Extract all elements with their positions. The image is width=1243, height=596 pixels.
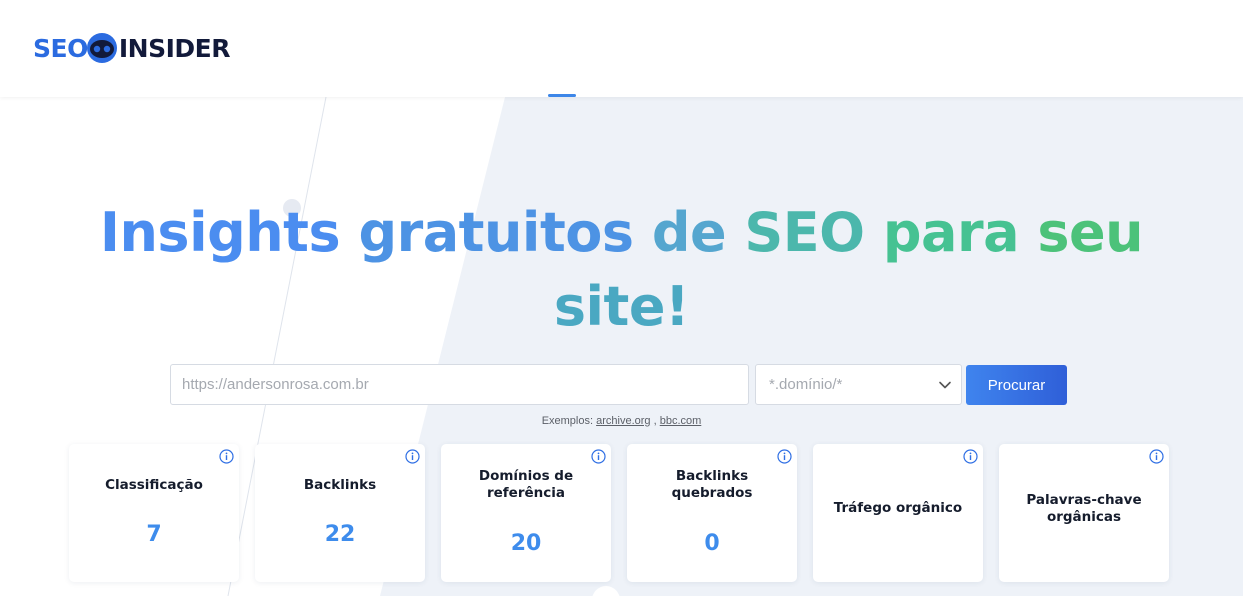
metric-card-title: Palavras-chave orgânicas [1026,492,1142,525]
hero-word: Insights [99,201,341,264]
metric-card-value: 22 [324,522,356,547]
example-link-bbc[interactable]: bbc.com [660,415,702,427]
hero-title-line-1: Insights gratuitos de SEO para seu [0,196,1243,270]
site-logo[interactable]: SEO INSIDER [33,31,230,65]
metric-card-title: Tráfego orgânico [833,500,963,516]
hero-word: de [651,201,727,264]
info-icon[interactable] [963,449,978,464]
metric-card-dominios-de-referencia: Domínios de referência 20 [441,444,611,582]
examples-separator: , [653,415,657,427]
hero-word: seu [1037,201,1144,264]
metric-card-value: 0 [704,531,720,556]
examples-line: Exemplos: archive.org , bbc.com [0,415,1243,427]
info-icon[interactable] [405,449,420,464]
mascot-face-icon [86,33,117,63]
hero-title: Insights gratuitos de SEO para seu site! [0,196,1243,344]
info-icon[interactable] [591,449,606,464]
metric-card-title: Domínios de referência [478,468,574,501]
hero-title-line-2: site! [0,270,1243,344]
metric-card-classificacao: Classificação 7 [69,444,239,582]
hero-word: para [882,201,1020,264]
metric-card-title: Backlinks quebrados [671,468,753,501]
examples-prefix: Exemplos: [541,415,594,427]
metric-card-palavras-chave-organicas: Palavras-chave orgânicas [999,444,1169,582]
metric-card-value: 20 [510,531,542,556]
info-icon[interactable] [1149,449,1164,464]
mode-select[interactable]: *.domínio/* [755,364,962,405]
chevron-down-icon [939,381,951,389]
mode-select-value: *.domínio/* [769,376,843,393]
hero-word: site! [553,275,690,338]
metric-card-title: Backlinks [303,477,377,493]
metric-card-title: Classificação [105,477,203,493]
metric-card-trafego-organico: Tráfego orgânico [813,444,983,582]
nav-active-indicator [548,94,576,97]
search-button[interactable]: Procurar [966,365,1067,405]
metric-card-backlinks-quebrados: Backlinks quebrados 0 [627,444,797,582]
logo-text-seo: SEO [33,33,88,63]
info-icon[interactable] [777,449,792,464]
url-input[interactable] [170,364,749,405]
metric-card-value: 7 [146,522,162,547]
hero-word: SEO [744,201,865,264]
metric-card-backlinks: Backlinks 22 [255,444,425,582]
hero-word: gratuitos [358,201,634,264]
logo-text-insider: INSIDER [118,33,231,63]
site-header: SEO INSIDER [0,0,1243,97]
info-icon[interactable] [219,449,234,464]
example-link-archive[interactable]: archive.org [596,415,650,427]
